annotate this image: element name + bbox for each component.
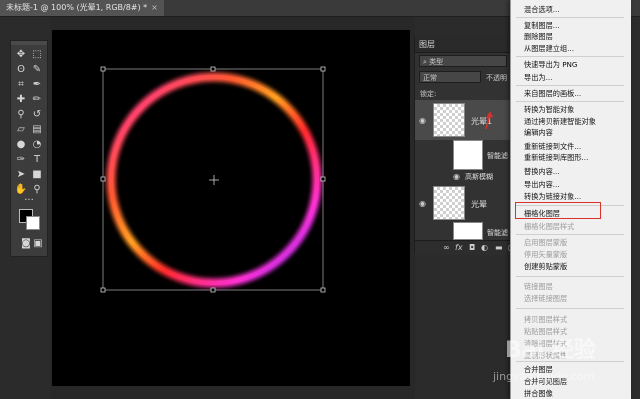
menu-separator <box>516 308 624 309</box>
menu-item[interactable]: 编辑内容 <box>524 128 553 137</box>
more-tools-icon[interactable]: ··· <box>22 193 36 207</box>
healing-icon[interactable]: ✚ <box>14 92 28 106</box>
transform-handle[interactable] <box>210 287 216 293</box>
menu-item: 停用矢量蒙版 <box>524 250 568 259</box>
folder-icon[interactable]: ▬ <box>495 243 503 252</box>
crop-icon[interactable]: ⌗ <box>14 77 28 91</box>
history-brush-icon[interactable]: ↺ <box>30 107 44 121</box>
watermark-logo: Bai 经验 <box>505 338 596 363</box>
canvas[interactable] <box>52 30 410 386</box>
blur-icon[interactable]: ● <box>14 137 28 151</box>
transform-handle[interactable] <box>100 287 106 293</box>
background-color-swatch[interactable] <box>26 216 40 230</box>
menu-item: 启用图层蒙版 <box>524 238 568 247</box>
filter-mask-thumbnail <box>453 222 483 240</box>
eyedropper-icon[interactable]: ✒ <box>30 77 44 91</box>
layer-thumbnail <box>433 186 465 220</box>
opacity-label: 不透明 <box>486 74 507 82</box>
menu-item[interactable]: 转换为链接对象... <box>524 192 581 201</box>
menu-item[interactable]: 导出内容... <box>524 180 560 189</box>
filter-name[interactable]: 高斯模糊 <box>465 172 493 182</box>
center-point-icon <box>209 175 219 185</box>
link-icon[interactable]: ∞ <box>443 243 450 252</box>
menu-item: 栅格化图层样式 <box>524 222 575 231</box>
highlight-annotation <box>515 202 601 219</box>
visibility-eye-icon[interactable]: ◉ <box>453 172 460 181</box>
layer-name[interactable]: 光晕 <box>471 199 487 210</box>
type-icon[interactable]: T <box>30 152 44 166</box>
dodge-icon[interactable]: ◔ <box>30 137 44 151</box>
gradient-icon[interactable]: ▤ <box>30 122 44 136</box>
menu-item[interactable]: 转换为智能对象 <box>524 105 574 114</box>
lasso-icon[interactable]: ʘ <box>14 62 28 76</box>
transform-handle[interactable] <box>100 176 106 182</box>
quick-select-icon[interactable]: ✎ <box>30 62 44 76</box>
eraser-icon[interactable]: ▱ <box>14 122 28 136</box>
menu-separator <box>516 234 624 235</box>
menu-item[interactable]: 混合选项... <box>524 5 560 14</box>
menu-item[interactable]: 重新链接到文件... <box>524 142 581 151</box>
filter-mask-thumbnail <box>453 140 483 170</box>
menu-item[interactable]: 快速导出为 PNG <box>524 60 578 69</box>
screen-mode-icon[interactable]: ▣ <box>31 236 45 250</box>
menu-item[interactable]: 替换内容... <box>524 167 560 176</box>
lock-label: 锁定: <box>420 90 437 98</box>
panel-grip[interactable] <box>11 41 47 45</box>
blend-mode-value: 正常 <box>423 74 437 82</box>
layer-filter-select[interactable]: ⌕ 类型 <box>419 55 507 67</box>
canvas-artwork <box>100 66 326 293</box>
menu-separator <box>516 101 624 102</box>
layers-panel: 图层 ⌕ 类型 正常 不透明 锁定: ◉ 光晕1 智能滤 ◉ 高斯模糊 ◉ 光晕… <box>414 36 519 255</box>
menu-item: 选择链接图层 <box>524 294 568 303</box>
transform-handle[interactable] <box>210 66 216 72</box>
adjustment-icon[interactable]: ◐ <box>481 243 488 252</box>
layer-thumbnail <box>433 103 465 137</box>
transform-box[interactable] <box>102 68 324 291</box>
menu-separator <box>516 56 624 57</box>
mask-icon[interactable]: ◘ <box>469 243 475 252</box>
menu-item[interactable]: 从图层建立组... <box>524 44 574 53</box>
close-icon[interactable]: × <box>151 3 158 12</box>
menu-separator <box>516 276 624 277</box>
visibility-eye-icon[interactable]: ◉ <box>419 116 426 125</box>
menu-item: 链接图层 <box>524 282 553 291</box>
move-icon[interactable]: ✥ <box>14 47 28 61</box>
tab-layers[interactable]: 图层 <box>419 39 435 50</box>
layer-filter-label: 类型 <box>429 58 444 66</box>
stamp-icon[interactable]: ⚲ <box>14 107 28 121</box>
panel-footer: ∞ fx ◘ ◐ ▬ ▢ <box>415 240 519 255</box>
brush-icon[interactable]: ✏ <box>30 92 44 106</box>
document-tab-title: 未标题-1 @ 100% (光晕1, RGB/8#) * <box>6 3 148 12</box>
pen-icon[interactable]: ✑ <box>14 152 28 166</box>
menu-item[interactable]: 重新链接到库图形... <box>524 153 588 162</box>
transform-handle[interactable] <box>320 66 326 72</box>
menu-item[interactable]: 拼合图像 <box>524 389 553 398</box>
visibility-eye-icon[interactable]: ◉ <box>419 199 426 208</box>
menu-separator <box>516 17 624 18</box>
arrow-annotation-icon <box>485 111 493 130</box>
menu-item[interactable]: 创建剪贴蒙版 <box>524 262 567 271</box>
transform-handle[interactable] <box>100 66 106 72</box>
smart-filter-label: 智能滤 <box>487 152 508 160</box>
transform-handle[interactable] <box>320 176 326 182</box>
fx-icon[interactable]: fx <box>455 243 463 252</box>
watermark-url: jingyan.baidu.com <box>493 370 595 383</box>
blend-mode-select[interactable]: 正常 <box>419 71 481 83</box>
shape-icon[interactable]: ■ <box>30 167 44 181</box>
smart-filter-label: 智能滤 <box>487 229 508 237</box>
menu-item[interactable]: 来自图层的画板... <box>524 89 581 98</box>
transform-handle[interactable] <box>320 287 326 293</box>
menu-item[interactable]: 通过拷贝新建智能对象 <box>524 117 596 126</box>
menu-item[interactable]: 删除图层 <box>524 32 553 41</box>
marquee-icon[interactable]: ⬚ <box>30 47 44 61</box>
tools-panel: ✥ ⬚ ʘ ✎ ⌗ ✒ ✚ ✏ ⚲ ↺ ▱ ▤ ● ◔ ✑ T ➤ ■ ✋ ⚲ ··· ◙ ▣ <box>10 40 48 257</box>
panel-header: 图层 <box>415 36 519 53</box>
menu-item[interactable]: 复制图层... <box>524 21 560 30</box>
document-tab[interactable]: 未标题-1 @ 100% (光晕1, RGB/8#) * × <box>0 0 164 16</box>
menu-item: 拷贝图层样式 <box>524 315 568 324</box>
menu-item[interactable]: 导出为... <box>524 73 552 82</box>
path-select-icon[interactable]: ➤ <box>14 167 28 181</box>
menu-separator <box>516 85 624 86</box>
